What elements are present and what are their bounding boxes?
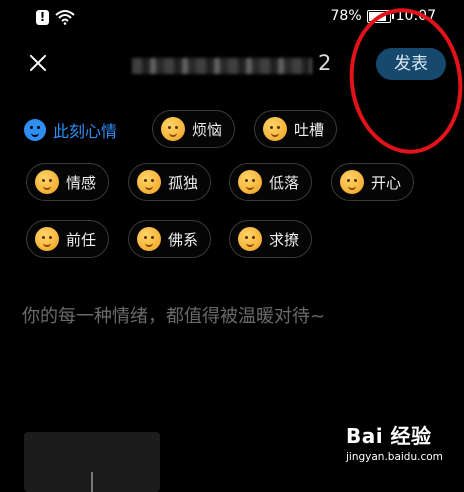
mood-chip-annoyed[interactable]: 烦恼 (152, 110, 236, 148)
mood-chip-flirt[interactable]: 求撩 (229, 220, 313, 258)
top-bar: 2 发表 (0, 36, 464, 94)
mood-chip-label: 情感 (66, 173, 97, 192)
watermark-url: jingyan.baidu.com (346, 451, 443, 463)
mood-chip-emotion[interactable]: 情感 (26, 163, 110, 201)
annoyed-emoji-icon (161, 117, 185, 141)
mood-section-title: 此刻心情 (24, 118, 117, 142)
mood-chip-label: 吐槽 (294, 120, 325, 139)
mood-chip-label: 求撩 (269, 230, 300, 249)
battery-icon (366, 9, 394, 23)
alert-icon: ! (36, 10, 49, 25)
mood-chip-label: 低落 (269, 173, 300, 192)
ex-emoji-icon (35, 227, 59, 251)
mood-chip-zen[interactable]: 佛系 (128, 220, 212, 258)
mood-chip-down[interactable]: 低落 (229, 163, 313, 201)
add-media-button[interactable] (24, 432, 160, 492)
watermark-brand: Bai 经验 (346, 424, 432, 448)
battery-percent: 78% (330, 8, 362, 24)
close-icon[interactable] (24, 50, 52, 78)
mood-chip-label: 佛系 (168, 230, 199, 249)
page-title-suffix: 2 (318, 51, 332, 75)
mood-title-label: 此刻心情 (53, 122, 118, 141)
publish-button[interactable]: 发表 (376, 48, 446, 80)
mood-chip-ex[interactable]: 前任 (26, 220, 110, 258)
mood-chip-lonely[interactable]: 孤独 (128, 163, 212, 201)
mood-chip-label: 烦恼 (192, 120, 223, 139)
clock: 10:07 (395, 8, 436, 24)
emotion-emoji-icon (35, 170, 59, 194)
watermark-logo: Bai 经验 (346, 420, 443, 449)
baidu-watermark: Bai 经验 jingyan.baidu.com (346, 420, 443, 463)
flirt-emoji-icon (238, 227, 262, 251)
blurred-title (132, 58, 312, 74)
post-text-placeholder[interactable]: 你的每一种情绪，都值得被温暖对待~ (22, 302, 325, 328)
rant-emoji-icon (263, 117, 287, 141)
wifi-icon (55, 10, 75, 25)
mood-chip-rant[interactable]: 吐槽 (254, 110, 338, 148)
mood-chip-label: 开心 (371, 173, 402, 192)
mood-chip-label: 前任 (66, 230, 97, 249)
zen-emoji-icon (137, 227, 161, 251)
status-bar: ! 78% 10:07 (0, 0, 464, 34)
smile-icon (24, 119, 46, 141)
mood-chip-happy[interactable]: 开心 (331, 163, 415, 201)
down-emoji-icon (238, 170, 262, 194)
happy-emoji-icon (340, 170, 364, 194)
lonely-emoji-icon (137, 170, 161, 194)
mood-chip-label: 孤独 (168, 173, 199, 192)
